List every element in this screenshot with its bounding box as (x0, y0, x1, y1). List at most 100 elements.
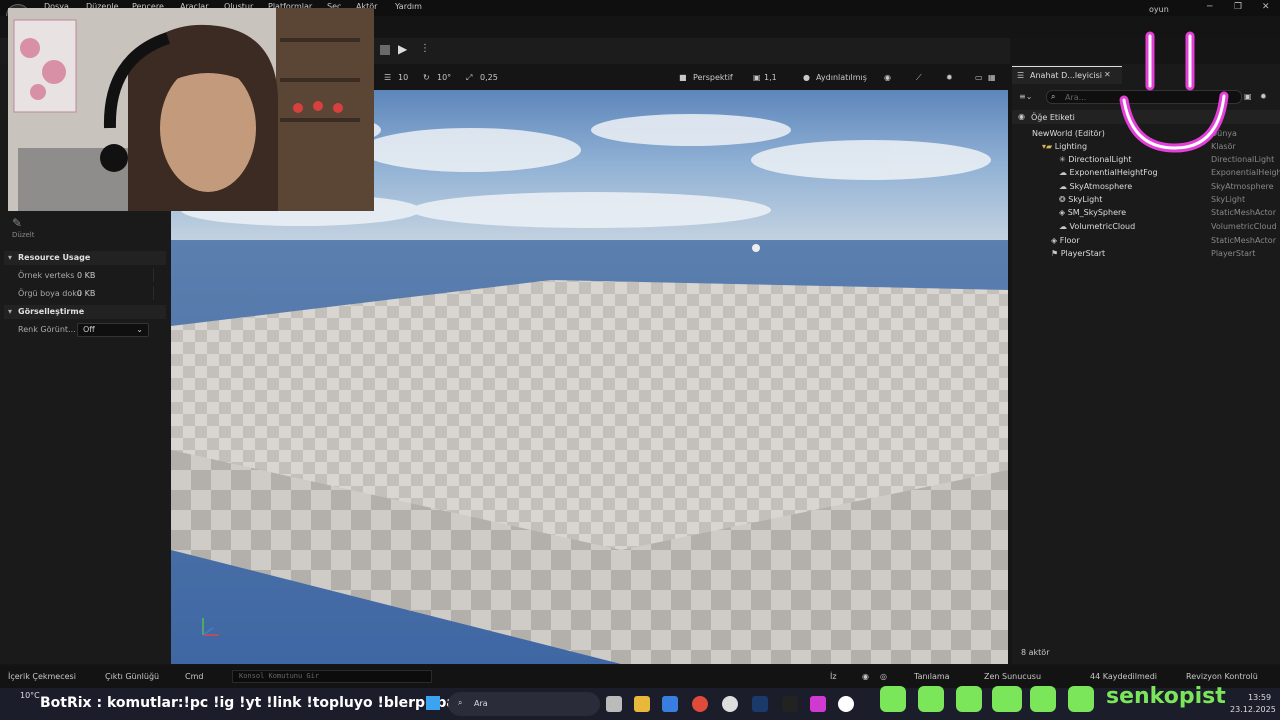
console-command-input[interactable]: Konsol Komutunu Gir (232, 670, 432, 683)
outliner-header-label: Öğe Etiketi (1031, 113, 1075, 122)
unreal-engine-icon[interactable] (838, 696, 854, 712)
fog-icon: ☁ (1059, 168, 1070, 177)
scale-snap-value[interactable]: 0,25 (480, 73, 498, 82)
weather-temp[interactable]: 10°C (20, 691, 40, 700)
smiley-overlay-icon (1119, 31, 1229, 153)
play-icon[interactable]: ▶ (398, 43, 407, 55)
rotation-snap-value[interactable]: 10° (437, 73, 451, 82)
tree-row-sky-atmosphere[interactable]: ☁ SkyAtmosphere (1059, 182, 1132, 191)
tree-row-directional-light[interactable]: ✳ DirectionalLight (1059, 155, 1131, 164)
tree-label: ExponentialHeightFog (1069, 168, 1158, 177)
skylight-icon: ❂ (1059, 195, 1069, 204)
settings-gear-icon[interactable]: ✹ (946, 73, 953, 82)
view-mode-perspective[interactable]: Perspektif (693, 73, 733, 82)
thumbs-up-icon (1030, 686, 1056, 712)
visibility-eye-icon[interactable]: ◉ (1018, 112, 1025, 121)
maximize-icon[interactable]: ❐ (1234, 2, 1242, 12)
tree-row-lighting-folder[interactable]: ▾▰ Lighting (1042, 142, 1087, 151)
camera-speed-icon[interactable]: ▣ (753, 73, 761, 82)
edit-tool-label: Düzelt (12, 231, 35, 239)
grid-layout-icon[interactable]: ▦ (988, 73, 996, 82)
lit-mode-icon[interactable]: ● (803, 73, 810, 82)
tab-outliner[interactable]: ☰ Anahat D...leyicisi ✕ (1012, 66, 1122, 84)
tiktok-icon (918, 686, 944, 712)
tree-row-player-start[interactable]: ⚑ PlayerStart (1051, 249, 1105, 258)
cmd-select[interactable]: Cmd (185, 672, 203, 681)
output-log-button[interactable]: Çıktı Günlüğü (105, 672, 159, 681)
tree-type: VolumetricCloud (1211, 222, 1277, 231)
camera-icon[interactable]: ■ (679, 73, 687, 82)
rotation-snap-icon[interactable]: ↻ (423, 73, 430, 82)
grid-snap-value[interactable]: 10 (398, 73, 408, 82)
mesh-icon: ◈ (1051, 236, 1060, 245)
steam-icon[interactable] (752, 696, 768, 712)
tree-type: StaticMeshActor (1211, 236, 1276, 245)
bell-icon (1068, 686, 1094, 712)
close-icon[interactable]: ✕ (1262, 2, 1270, 12)
clock-date[interactable]: 23.12.2025 (1230, 705, 1276, 714)
instagram-icon (880, 686, 906, 712)
content-drawer-button[interactable]: İçerik Çekmecesi (8, 672, 76, 681)
menu-help[interactable]: Yardım (395, 2, 422, 11)
tree-row-sky-sphere[interactable]: ◈ SM_SkySphere (1059, 208, 1126, 217)
tree-row-volumetric-cloud[interactable]: ☁ VolumetricCloud (1059, 222, 1135, 231)
tree-row-height-fog[interactable]: ☁ ExponentialHeightFog (1059, 168, 1158, 177)
revision-control-button[interactable]: Revizyon Kontrolü (1186, 672, 1258, 681)
wrench-icon[interactable]: ✎ (12, 216, 22, 230)
color-view-select[interactable]: Off ⌄ (77, 323, 149, 337)
chevron-down-icon: ▾ (8, 307, 13, 316)
divider (153, 286, 154, 300)
chrome-icon[interactable] (692, 696, 708, 712)
store-icon[interactable] (662, 696, 678, 712)
search-icon: ⌕ (1051, 92, 1056, 101)
tree-row-world[interactable]: NewWorld (Editör) (1032, 129, 1105, 138)
section-title: Görselleştirme (18, 307, 85, 316)
prop-value: 0 KB (77, 271, 96, 280)
close-tab-icon[interactable]: ✕ (1104, 70, 1111, 79)
directional-light-icon[interactable] (752, 244, 760, 252)
task-view-icon[interactable] (606, 696, 622, 712)
file-explorer-icon[interactable] (634, 696, 650, 712)
outliner-settings-icon[interactable]: ✹ (1260, 92, 1267, 101)
grid-snap-icon[interactable]: ☰ (384, 73, 391, 82)
tree-label: SM_SkySphere (1067, 208, 1127, 217)
tree-row-sky-light[interactable]: ❂ SkyLight (1059, 195, 1102, 204)
outliner-icon: ☰ (1017, 71, 1025, 80)
camera-capture-icon[interactable]: ◎ (880, 672, 887, 681)
mesh-icon: ◈ (1059, 208, 1068, 217)
section-resource-usage[interactable]: ▾ Resource Usage (4, 251, 166, 265)
filter-icon[interactable]: ≡⌄ (1019, 92, 1032, 101)
folder-add-icon[interactable]: ▣ (1244, 92, 1252, 101)
more-options-icon[interactable]: ⋮ (420, 43, 430, 54)
minimize-icon[interactable]: ─ (1207, 2, 1212, 12)
section-visualization[interactable]: ▾ Görselleştirme (4, 305, 166, 319)
record-icon[interactable]: ◉ (862, 672, 869, 681)
search-icon: ⌕ (458, 698, 463, 707)
prop-label: Renk Görünt... (18, 325, 76, 334)
diagnose-button[interactable]: Tanılama (914, 672, 950, 681)
zen-server-button[interactable]: Zen Sunucusu (984, 672, 1041, 681)
github-icon[interactable] (722, 696, 738, 712)
scale-snap-icon[interactable]: ⤢ (466, 73, 472, 83)
app-icon[interactable] (810, 696, 826, 712)
unsaved-button[interactable]: 44 Kaydedilmedi (1090, 672, 1157, 681)
divider (153, 268, 154, 282)
lit-mode-select[interactable]: Aydınlatılmış (816, 73, 867, 82)
taskbar-search[interactable]: ⌕ Ara (448, 692, 600, 716)
light-icon: ✳ (1059, 155, 1069, 164)
windows-start-icon[interactable] (426, 696, 440, 710)
folder-icon: ▾▰ (1042, 142, 1055, 151)
layout-icon[interactable]: ▭ (975, 73, 983, 82)
transform-icon[interactable]: ⟋ (916, 73, 922, 83)
tree-label: DirectionalLight (1068, 155, 1132, 164)
stop-icon[interactable] (380, 45, 390, 55)
clock-time[interactable]: 13:59 (1248, 693, 1271, 702)
youtube-icon (992, 686, 1022, 712)
tree-type: StaticMeshActor (1211, 208, 1276, 217)
trace-button[interactable]: İz (830, 672, 837, 681)
tree-type: DirectionalLight (1211, 155, 1275, 164)
epic-games-icon[interactable] (782, 696, 798, 712)
show-flags-icon[interactable]: ◉ (884, 73, 891, 82)
camera-speed-value[interactable]: 1,1 (764, 73, 777, 82)
tree-row-floor[interactable]: ◈ Floor (1051, 236, 1080, 245)
